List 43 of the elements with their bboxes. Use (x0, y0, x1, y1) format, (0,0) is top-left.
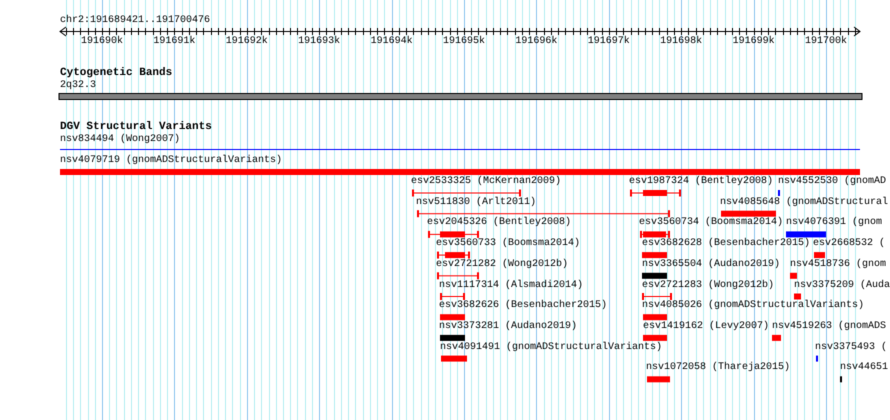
variant-label: nsv4519263 (gnomADS (772, 320, 886, 332)
variant-label: esv3560733 (Boomsma2014) (436, 238, 580, 250)
variant-label: nsv4085026 (gnomADStructuralVariants) (642, 300, 864, 312)
variant-label: esv2721283 (Wong2012b) (642, 280, 774, 290)
tick-label: 191700k (805, 36, 847, 47)
tick-label: 191691k (153, 36, 196, 47)
track-title: DGV Structural Variants (60, 121, 212, 133)
variant-label: nsv44651 (840, 362, 888, 374)
variant-label: esv1987324 (Bentley2008) (629, 176, 774, 187)
variant-label: nsv4552530 (gnomAD (778, 176, 886, 187)
tick-label: 191698k (660, 36, 702, 47)
variant-label: nsv3365504 (Audano2019) (642, 258, 780, 270)
tick-label: 191696k (515, 36, 558, 47)
variant-label: nsv1117314 (Alsmadi2014) (439, 280, 584, 290)
variant-label: nsv834494 (Wong2007) (60, 134, 180, 145)
tick-label: 191694k (370, 36, 413, 47)
variant-label: esv2668532 ( (813, 238, 886, 250)
variant-label: nsv1072058 (Thareja2015) (646, 362, 790, 374)
variant-label: esv3682628 (Besenbacher2015) (642, 238, 810, 250)
tick-label: 191692k (226, 36, 268, 47)
location-label: chr2:191689421..191700476 (60, 15, 210, 26)
variant-label: esv3560734 (Boomsma2014) (639, 217, 784, 228)
variant-label: nsv3375493 ( (815, 342, 888, 353)
track-title: Cytogenetic Bands (60, 67, 172, 79)
variant-label: nsv4091491 (gnomADStructuralVariants) (440, 342, 662, 353)
variant-label: esv2045326 (Bentley2008) (427, 217, 572, 228)
variant-label: esv2533325 (McKernan2009) (411, 176, 562, 187)
variant-label: nsv4079719 (gnomADStructuralVariants) (60, 155, 282, 166)
tick-label: 191699k (732, 36, 775, 47)
tick-label: 191693k (298, 36, 340, 47)
variant-label: esv1419162 (Levy2007) (643, 320, 770, 332)
tick-label: 191695k (443, 36, 485, 47)
band-label: 2q32.3 (60, 80, 96, 91)
variant-label: nsv4085648 (gnomADStructural (720, 196, 888, 208)
variant-label: nsv4518736 (gnom (790, 258, 886, 270)
tick-label: 191690k (81, 36, 123, 47)
variant-label: nsv3373281 (Audano2019) (439, 320, 578, 332)
variant-label: esv3682626 (Besenbacher2015) (439, 300, 608, 312)
variant-label: nsv511830 (Arlt2011) (416, 196, 536, 208)
variant-label: nsv3375209 (Auda (794, 280, 890, 290)
tick-label: 191697k (588, 36, 630, 47)
variant-label: esv2721282 (Wong2012b) (436, 258, 568, 270)
variant-label: nsv4076391 (gnom (786, 217, 882, 228)
